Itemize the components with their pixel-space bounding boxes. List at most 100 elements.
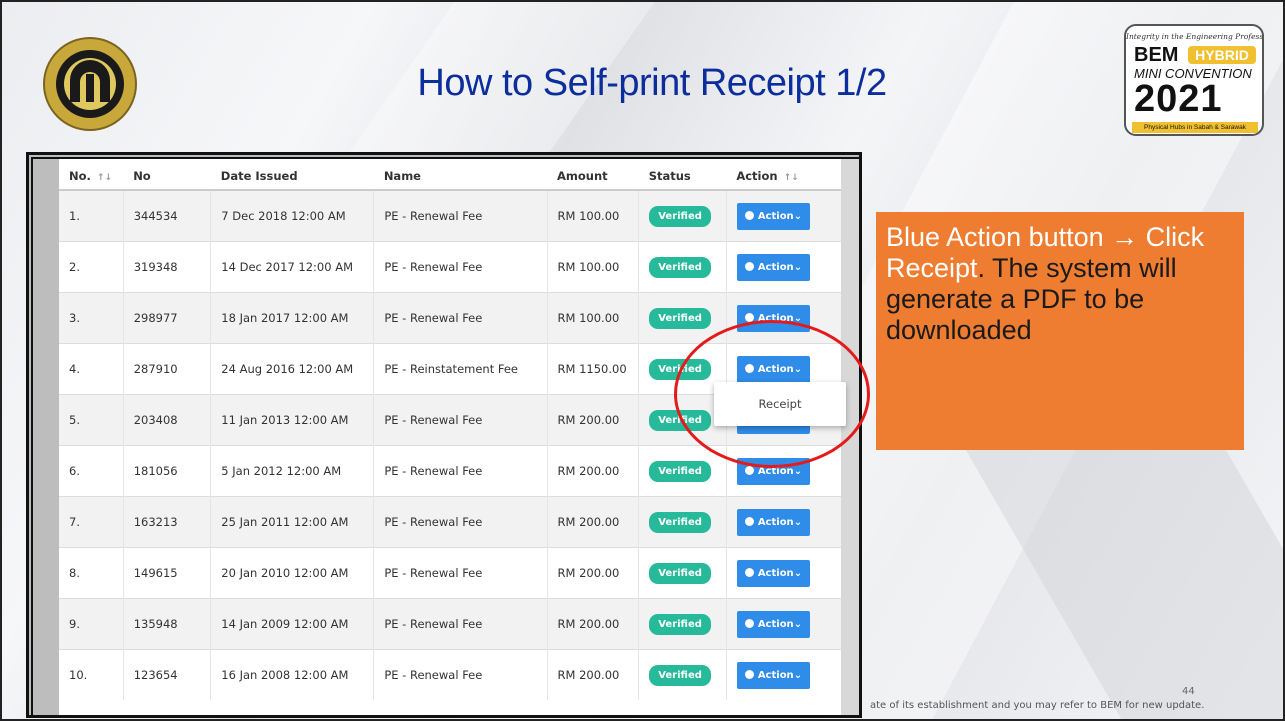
fee-name-cell: PE - Renewal Fee <box>373 292 548 344</box>
bem-convention-logo: Integrity in the Engineering Profession … <box>1124 24 1264 136</box>
slide-title: How to Self-print Receipt 1/2 <box>417 62 887 104</box>
amount-cell: RM 200.00 <box>547 598 640 650</box>
amount-cell: RM 100.00 <box>547 292 640 344</box>
column-header-status[interactable]: Status <box>638 159 727 191</box>
date-issued-cell: 14 Jan 2009 12:00 AM <box>210 598 375 650</box>
fee-name-cell: PE - Renewal Fee <box>373 547 548 599</box>
action-button[interactable]: Action⌄ <box>736 202 811 230</box>
date-issued-cell: 20 Jan 2010 12:00 AM <box>210 547 375 599</box>
receipt-no-cell: 319348 <box>123 241 212 293</box>
row-index-cell: 8. <box>59 547 124 599</box>
action-cell: Action⌄ <box>726 189 844 242</box>
chevron-down-icon: ⌄ <box>793 669 803 681</box>
highlight-circle <box>674 320 870 468</box>
column-header-name[interactable]: Name <box>373 159 548 191</box>
row-index-cell: 10. <box>59 649 124 700</box>
user-icon <box>744 669 754 679</box>
status-badge: Verified <box>649 256 711 278</box>
chevron-down-icon: ⌄ <box>793 465 803 477</box>
action-label: Action <box>757 567 794 579</box>
page-number: 44 <box>1182 686 1195 697</box>
slide-footer: ate of its establishment and you may ref… <box>870 700 1205 711</box>
receipt-no-cell: 287910 <box>123 343 212 395</box>
status-badge: Verified <box>649 664 711 686</box>
status-badge: Verified <box>649 460 711 482</box>
table-row: 9. 135948 14 Jan 2009 12:00 AM PE - Renewal… <box>59 598 844 650</box>
fee-name-cell: PE - Renewal Fee <box>373 394 548 446</box>
status-cell: Verified <box>638 649 727 700</box>
fee-name-cell: PE - Renewal Fee <box>373 241 548 293</box>
user-icon <box>744 210 754 220</box>
bem-seal-logo <box>43 37 137 131</box>
action-cell: Action⌄ <box>726 598 844 650</box>
receipt-no-cell: 135948 <box>123 598 212 650</box>
row-index-cell: 7. <box>59 496 124 548</box>
amount-cell: RM 200.00 <box>547 496 640 548</box>
receipt-no-cell: 203408 <box>123 394 212 446</box>
receipt-no-cell: 181056 <box>123 445 212 497</box>
logo-hybrid: HYBRID <box>1188 46 1256 64</box>
date-issued-cell: 5 Jan 2012 12:00 AM <box>210 445 375 497</box>
status-badge: Verified <box>649 562 711 584</box>
amount-cell: RM 1150.00 <box>547 343 640 395</box>
table-row: 10. 123654 16 Jan 2008 12:00 AM PE - Renewa… <box>59 649 844 700</box>
status-cell: Verified <box>638 189 727 242</box>
fee-name-cell: PE - Renewal Fee <box>373 598 548 650</box>
amount-cell: RM 200.00 <box>547 445 640 497</box>
chevron-down-icon: ⌄ <box>793 261 803 273</box>
row-index-cell: 3. <box>59 292 124 344</box>
action-cell: Action⌄ <box>726 241 844 293</box>
fee-name-cell: PE - Renewal Fee <box>373 189 548 242</box>
date-issued-cell: 14 Dec 2017 12:00 AM <box>210 241 375 293</box>
action-button[interactable]: Action⌄ <box>736 661 811 689</box>
date-issued-cell: 7 Dec 2018 12:00 AM <box>210 189 375 242</box>
status-badge: Verified <box>649 205 711 227</box>
action-button[interactable]: Action⌄ <box>736 559 811 587</box>
user-icon <box>744 567 754 577</box>
table-row: 2. 319348 14 Dec 2017 12:00 AM PE - Renewal… <box>59 241 844 293</box>
date-issued-cell: 18 Jan 2017 12:00 AM <box>210 292 375 344</box>
fee-name-cell: PE - Reinstatement Fee <box>373 343 548 395</box>
slide: How to Self-print Receipt 1/2 Integrity … <box>0 0 1285 721</box>
status-badge: Verified <box>649 613 711 635</box>
row-index-cell: 2. <box>59 241 124 293</box>
chevron-down-icon: ⌄ <box>793 567 803 579</box>
status-badge: Verified <box>649 307 711 329</box>
column-header-amount[interactable]: Amount <box>547 159 639 191</box>
amount-cell: RM 100.00 <box>547 189 640 242</box>
action-button[interactable]: Action⌄ <box>736 253 811 281</box>
logo-year: 2021 <box>1134 78 1223 120</box>
column-header-no[interactable]: No <box>123 159 211 191</box>
user-icon <box>744 618 754 628</box>
action-button[interactable]: Action⌄ <box>736 610 811 638</box>
status-cell: Verified <box>638 547 727 599</box>
amount-cell: RM 200.00 <box>547 547 640 599</box>
logo-tagline: Integrity in the Engineering Profession <box>1126 32 1264 41</box>
fee-name-cell: PE - Renewal Fee <box>373 496 548 548</box>
column-header-date[interactable]: Date Issued <box>210 159 374 191</box>
user-icon <box>744 261 754 271</box>
receipt-no-cell: 344534 <box>123 189 212 242</box>
column-header-action[interactable]: Action ↑↓ <box>726 159 843 191</box>
logo-sub: Physical Hubs in Sabah & Sarawak <box>1132 122 1258 133</box>
chevron-down-icon: ⌄ <box>793 210 803 222</box>
user-icon <box>744 312 754 322</box>
date-issued-cell: 24 Aug 2016 12:00 AM <box>210 343 375 395</box>
fee-name-cell: PE - Renewal Fee <box>373 445 548 497</box>
action-cell: Action⌄ <box>726 547 844 599</box>
table-header-row: No. ↑↓ No Date Issued Name Amount Status … <box>59 159 843 191</box>
column-header-index[interactable]: No. ↑↓ <box>59 159 124 191</box>
callout-text-1: Blue Action button → Click <box>886 222 1205 252</box>
amount-cell: RM 100.00 <box>547 241 640 293</box>
receipt-no-cell: 123654 <box>123 649 212 700</box>
table-row: 8. 149615 20 Jan 2010 12:00 AM PE - Renewal… <box>59 547 844 599</box>
action-cell: Action⌄ <box>726 496 844 548</box>
action-label: Action <box>757 261 794 273</box>
user-icon <box>744 516 754 526</box>
callout-receipt-word: Receipt <box>886 253 978 283</box>
action-button[interactable]: Action⌄ <box>736 508 811 536</box>
table-row: 1. 344534 7 Dec 2018 12:00 AM PE - Renewal … <box>59 189 844 242</box>
date-issued-cell: 16 Jan 2008 12:00 AM <box>210 649 375 700</box>
action-label: Action <box>757 516 794 528</box>
action-label: Action <box>757 669 794 681</box>
